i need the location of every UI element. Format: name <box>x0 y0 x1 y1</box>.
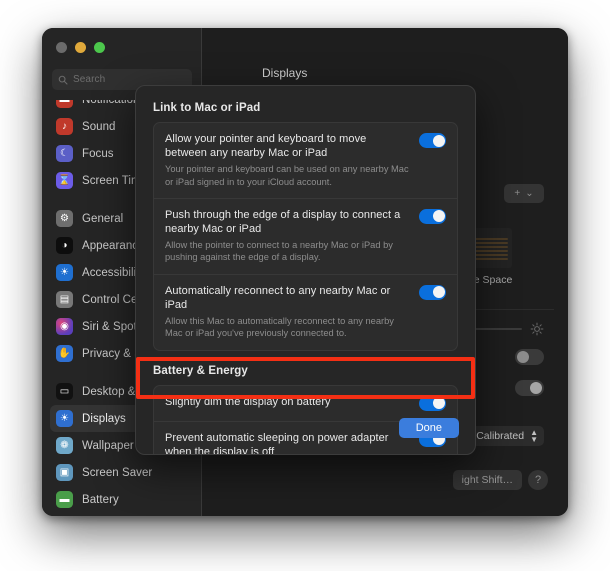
screen-time-icon: ⌛ <box>56 172 73 189</box>
color-profile-value: Calibrated <box>476 430 525 442</box>
add-display-plus-icon: + <box>514 188 521 199</box>
add-display-button[interactable]: + ⌄ <box>504 184 544 203</box>
stepper-chevrons-icon: ▲ ▼ <box>530 427 538 444</box>
screen-saver-icon: ▣ <box>56 464 73 481</box>
option-text: Push through the edge of a display to co… <box>165 208 409 264</box>
general-icon: ⚙ <box>56 210 73 227</box>
section-title-link-to-mac-or-ipad: Link to Mac or iPad <box>153 102 261 114</box>
chevron-down-icon: ⌄ <box>525 188 534 199</box>
option-subtitle: Allow the pointer to connect to a nearby… <box>165 240 393 263</box>
appearance-icon: ◑ <box>56 237 73 254</box>
option-text: Prevent automatic sleeping on power adap… <box>165 431 409 455</box>
wallpaper-icon: ❁ <box>56 437 73 454</box>
sheet-footer: Done <box>398 418 459 438</box>
done-button[interactable]: Done <box>398 418 459 438</box>
option-title: Automatically reconnect to any nearby Ma… <box>165 284 391 311</box>
desktop-dock-icon: ▭ <box>56 383 73 400</box>
displays-icon: ☀ <box>56 410 73 427</box>
sidebar-item-label: Screen Saver <box>82 466 153 479</box>
sidebar-item-battery[interactable]: ▬ Battery <box>50 486 194 513</box>
option-title: Prevent automatic sleeping on power adap… <box>165 431 389 455</box>
link-to-mac-options-group: Allow your pointer and keyboard to move … <box>153 122 458 351</box>
zoom-button[interactable] <box>94 42 105 53</box>
option-allow-pointer-keyboard[interactable]: Allow your pointer and keyboard to move … <box>154 123 457 199</box>
allow-pointer-keyboard-toggle[interactable] <box>419 133 446 148</box>
night-shift-label: ight Shift… <box>461 474 513 486</box>
search-placeholder: Search <box>73 74 106 85</box>
auto-adjust-brightness-toggle[interactable] <box>515 349 544 365</box>
option-subtitle: Allow this Mac to automatically reconnec… <box>165 315 394 339</box>
help-icon: ? <box>534 474 542 486</box>
option-push-through-edge[interactable]: Push through the edge of a display to co… <box>154 199 457 275</box>
sidebar-item-label: Focus <box>82 147 114 160</box>
sidebar-divider <box>42 513 202 516</box>
option-slightly-dim-display[interactable]: Slightly dim the display on battery <box>154 386 457 422</box>
auto-reconnect-toggle[interactable] <box>419 284 446 300</box>
sidebar-item-label: Displays <box>82 412 126 425</box>
help-button[interactable]: ? <box>528 470 548 490</box>
push-through-edge-toggle[interactable] <box>419 208 446 224</box>
sidebar-item-label: General <box>82 212 124 225</box>
slightly-dim-display-toggle[interactable] <box>419 395 446 411</box>
sidebar-item-label: Wallpaper <box>82 439 134 452</box>
option-auto-reconnect[interactable]: Automatically reconnect to any nearby Ma… <box>154 275 457 350</box>
search-icon <box>58 75 68 85</box>
control-center-icon: ▤ <box>56 291 73 308</box>
siri-icon: ◉ <box>56 318 73 335</box>
true-tone-toggle[interactable] <box>515 380 544 396</box>
option-text: Allow your pointer and keyboard to move … <box>165 132 409 188</box>
minimize-button[interactable] <box>75 42 86 53</box>
page-title: Displays <box>262 66 308 80</box>
brightness-sun-icon <box>530 322 544 336</box>
option-text: Automatically reconnect to any nearby Ma… <box>165 284 409 340</box>
option-text: Slightly dim the display on battery <box>165 395 409 409</box>
option-title: Slightly dim the display on battery <box>165 395 331 408</box>
sound-icon: ♪ <box>56 118 73 135</box>
display-options-sheet: Link to Mac or iPad Allow your pointer a… <box>135 85 476 455</box>
sidebar-item-label: Battery <box>82 493 119 506</box>
battery-icon: ▬ <box>56 491 73 508</box>
section-title-battery-energy: Battery & Energy <box>153 364 248 377</box>
traffic-lights <box>56 42 105 53</box>
sidebar-item-screen-saver[interactable]: ▣ Screen Saver <box>50 459 194 486</box>
sidebar-item-label: Sound <box>82 120 116 133</box>
notifications-icon: ▬ <box>56 100 73 108</box>
close-button[interactable] <box>56 42 67 53</box>
night-shift-button[interactable]: ight Shift… <box>452 470 522 490</box>
screenshot-root: Search ▬ Notifications ♪ Sound ☾ Focus ⌛ <box>0 0 610 571</box>
option-title: Push through the edge of a display to co… <box>165 208 401 235</box>
privacy-icon: ✋ <box>56 345 73 362</box>
focus-icon: ☾ <box>56 145 73 162</box>
sheet-body: Link to Mac or iPad Allow your pointer a… <box>136 86 475 455</box>
option-title: Allow your pointer and keyboard to move … <box>165 133 367 160</box>
accessibility-icon: ☀ <box>56 264 73 281</box>
option-subtitle: Your pointer and keyboard can be used on… <box>165 164 409 187</box>
